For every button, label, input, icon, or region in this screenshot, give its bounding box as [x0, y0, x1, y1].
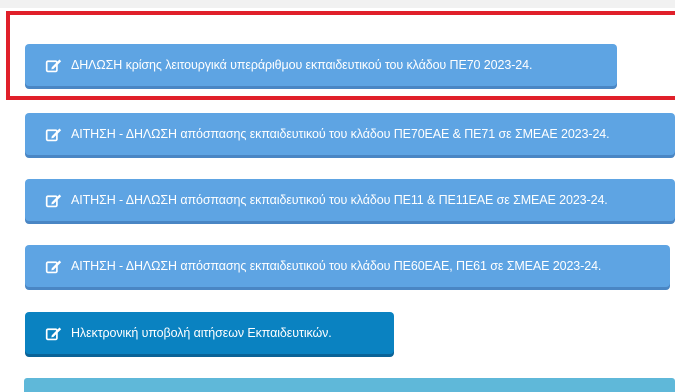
edit-icon: [45, 192, 62, 209]
edit-icon: [45, 258, 62, 275]
electronic-application-submission-button[interactable]: Ηλεκτρονική υποβολή αιτήσεων Εκπαιδευτικ…: [25, 312, 394, 354]
button-label: ΑΙΤΗΣΗ - ΔΗΛΩΣΗ απόσπασης εκπαιδευτικού …: [71, 193, 608, 207]
top-strip: [0, 0, 675, 8]
edit-icon: [45, 126, 62, 143]
button-label: ΑΙΤΗΣΗ - ΔΗΛΩΣΗ απόσπασης εκπαιδευτικού …: [71, 127, 610, 141]
application-secondment-pe70eae-pe71-button[interactable]: ΑΙΤΗΣΗ - ΔΗΛΩΣΗ απόσπασης εκπαιδευτικού …: [25, 113, 675, 155]
button-label: ΔΗΛΩΣΗ κρίσης λειτουργικά υπεράριθμου εκ…: [71, 58, 533, 72]
application-secondment-pe11-pe11eae-button[interactable]: ΑΙΤΗΣΗ - ΔΗΛΩΣΗ απόσπασης εκπαιδευτικού …: [25, 179, 675, 221]
edit-icon: [45, 325, 62, 342]
application-secondment-pe60eae-pe61-button[interactable]: ΑΙΤΗΣΗ - ΔΗΛΩΣΗ απόσπασης εκπαιδευτικού …: [25, 245, 670, 287]
button-label: Ηλεκτρονική υποβολή αιτήσεων Εκπαιδευτικ…: [71, 326, 332, 340]
declaration-surplus-teacher-pe70-button[interactable]: ΔΗΛΩΣΗ κρίσης λειτουργικά υπεράριθμου εκ…: [25, 44, 617, 86]
edit-icon: [45, 57, 62, 74]
button-label: ΑΙΤΗΣΗ - ΔΗΛΩΣΗ απόσπασης εκπαιδευτικού …: [71, 259, 602, 273]
